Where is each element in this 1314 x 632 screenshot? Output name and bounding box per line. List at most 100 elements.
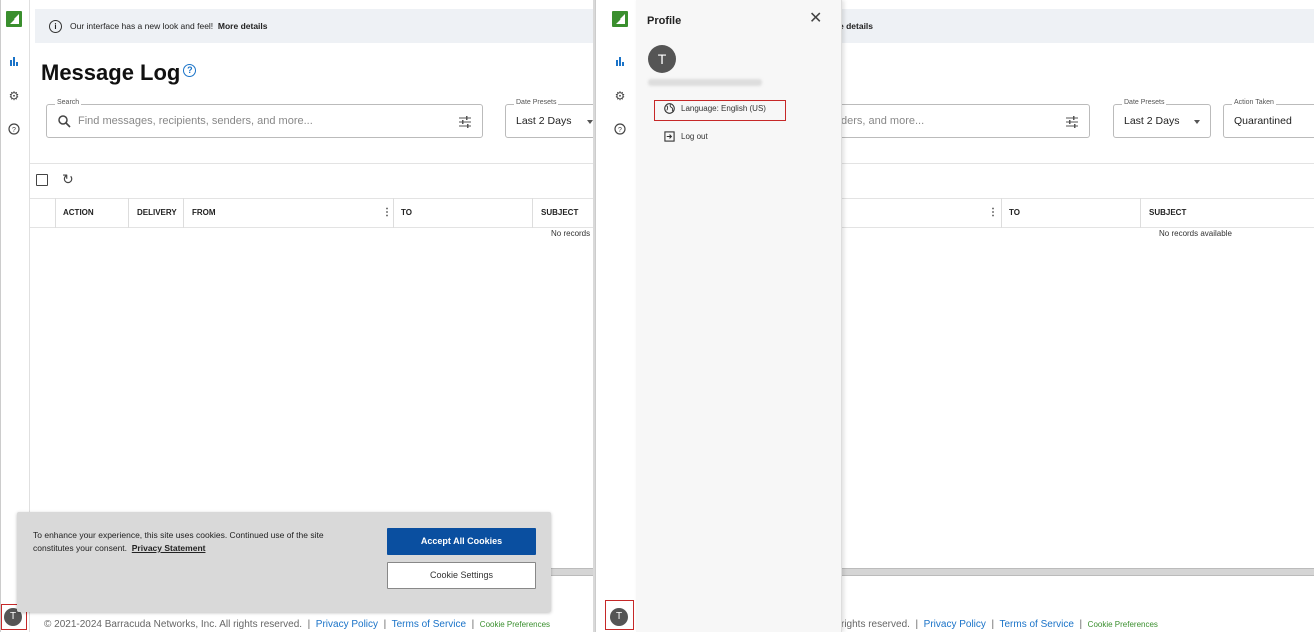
column-header-to[interactable]: TO [401,198,412,228]
settings-gear-icon[interactable]: ⚙ [7,89,21,103]
right-panel: ⚙ ? T e details ders, and more... Date P… [595,0,1314,632]
column-header-subject[interactable]: SUBJECT [541,198,578,228]
col-separator [128,198,129,228]
refresh-icon[interactable]: ↻ [62,171,74,188]
banner-message: Our interface has a new look and feel! [70,21,214,31]
column-header-delivery[interactable]: DELIVERY [137,198,177,228]
privacy-policy-link[interactable]: Privacy Policy [316,619,378,630]
cookie-settings-button[interactable]: Cookie Settings [387,562,536,589]
table-header-bottom-border [841,227,1314,228]
footer-separator: | [307,619,311,630]
footer-copyright: © 2021-2024 Barracuda Networks, Inc. All… [44,619,303,630]
banner-text: Our interface has a new look and feel! M… [70,9,268,43]
empty-table-text: No records [551,229,591,238]
barracuda-logo-icon[interactable] [6,11,22,27]
search-input[interactable]: Find messages, recipients, senders, and … [78,115,313,127]
cookie-preferences-link[interactable]: Cookie Preferences [1088,620,1158,629]
reports-chart-icon[interactable] [613,55,627,69]
action-taken-label: Action Taken [1232,99,1276,106]
date-presets-label: Date Presets [514,99,559,106]
filter-tune-icon[interactable] [1066,116,1078,128]
col-separator [532,198,533,228]
info-icon: i [49,20,62,33]
svg-text:?: ? [618,127,622,134]
chevron-down-icon [1194,120,1200,124]
profile-panel: Profile ✕ T Language: English (US) Log o… [636,0,842,632]
cookie-consent-banner: To enhance your experience, this site us… [17,512,551,612]
column-menu-icon[interactable]: ⋮ [382,208,392,218]
page-title-text: Message Log [41,60,181,85]
left-panel: ⚙ ? T i Our interface has a new look and… [0,0,593,632]
barracuda-logo-icon[interactable] [612,11,628,27]
settings-gear-icon[interactable]: ⚙ [613,89,627,103]
horizontal-scrollbar[interactable] [841,568,1314,576]
col-separator [1001,198,1002,228]
footer-copyright: rights reserved. [841,619,910,630]
col-separator [393,198,394,228]
column-menu-icon[interactable]: ⋮ [988,208,998,218]
profile-avatar: T [648,45,676,73]
accept-all-cookies-button[interactable]: Accept All Cookies [387,528,536,555]
date-presets-select[interactable]: Date Presets Last 2 Days [505,99,593,138]
col-separator [1140,198,1141,228]
date-presets-value: Last 2 Days [1124,115,1180,127]
footer-separator: | [991,619,995,630]
column-header-subject[interactable]: SUBJECT [1149,198,1186,228]
avatar-highlight-box [605,600,634,630]
footer: © 2021-2024 Barracuda Networks, Inc. All… [44,619,550,630]
column-header-action[interactable]: ACTION [63,198,94,228]
table-header-top-border [841,198,1314,199]
empty-table-text: No records available [1159,229,1232,238]
column-header-to[interactable]: TO [1009,198,1020,228]
select-all-checkbox[interactable] [36,174,48,186]
logout-menu-item[interactable]: Log out [681,132,708,141]
page-title: Message Log? [41,60,197,86]
filter-tune-icon[interactable] [459,116,471,128]
divider [30,163,593,164]
cookie-preferences-link[interactable]: Cookie Preferences [480,620,550,629]
footer-separator: | [471,619,475,630]
date-presets-select[interactable]: Date Presets Last 2 Days [1113,99,1211,138]
search-field[interactable]: Search Find messages, recipients, sender… [46,99,483,138]
profile-avatar-letter: T [657,51,667,67]
blurred-user-email [648,79,762,86]
search-label: Search [55,99,82,106]
terms-of-service-link[interactable]: Terms of Service [999,619,1073,630]
banner-text: e details [839,9,873,43]
action-taken-select[interactable]: Action Taken Quarantined [1223,99,1314,138]
privacy-statement-link[interactable]: Privacy Statement [132,543,206,553]
column-header-from[interactable]: FROM [192,198,216,228]
info-banner: i Our interface has a new look and feel!… [35,9,593,43]
date-presets-label: Date Presets [1122,99,1167,106]
logout-icon [664,131,675,142]
close-icon[interactable]: ✕ [809,11,822,27]
more-details-link[interactable]: More details [218,21,268,31]
more-details-link[interactable]: e details [839,21,873,31]
search-icon [58,115,71,128]
cookie-message: To enhance your experience, this site us… [33,529,363,555]
help-icon[interactable]: ? [613,123,627,137]
footer-separator: | [915,619,919,630]
search-input[interactable]: ders, and more... [841,115,924,127]
info-banner: e details [839,9,1314,43]
nav-rail: ⚙ ? T [596,0,637,632]
table-header-bottom-border [30,227,593,228]
svg-text:?: ? [12,127,16,134]
title-help-icon[interactable]: ? [183,64,197,77]
language-highlight-box [654,100,786,121]
table-header-top-border [30,198,593,199]
footer: rights reserved. | Privacy Policy | Term… [841,619,1158,630]
privacy-policy-link[interactable]: Privacy Policy [924,619,986,630]
profile-title: Profile [647,15,682,27]
col-separator [183,198,184,228]
col-separator [55,198,56,228]
reports-chart-icon[interactable] [7,55,21,69]
screenshot-composite: ⚙ ? T i Our interface has a new look and… [0,0,1314,632]
terms-of-service-link[interactable]: Terms of Service [392,619,466,630]
divider [841,163,1314,164]
footer-separator: | [1079,619,1083,630]
action-taken-value: Quarantined [1234,115,1292,127]
date-presets-value: Last 2 Days [516,115,572,127]
footer-separator: | [383,619,387,630]
help-icon[interactable]: ? [7,123,21,137]
